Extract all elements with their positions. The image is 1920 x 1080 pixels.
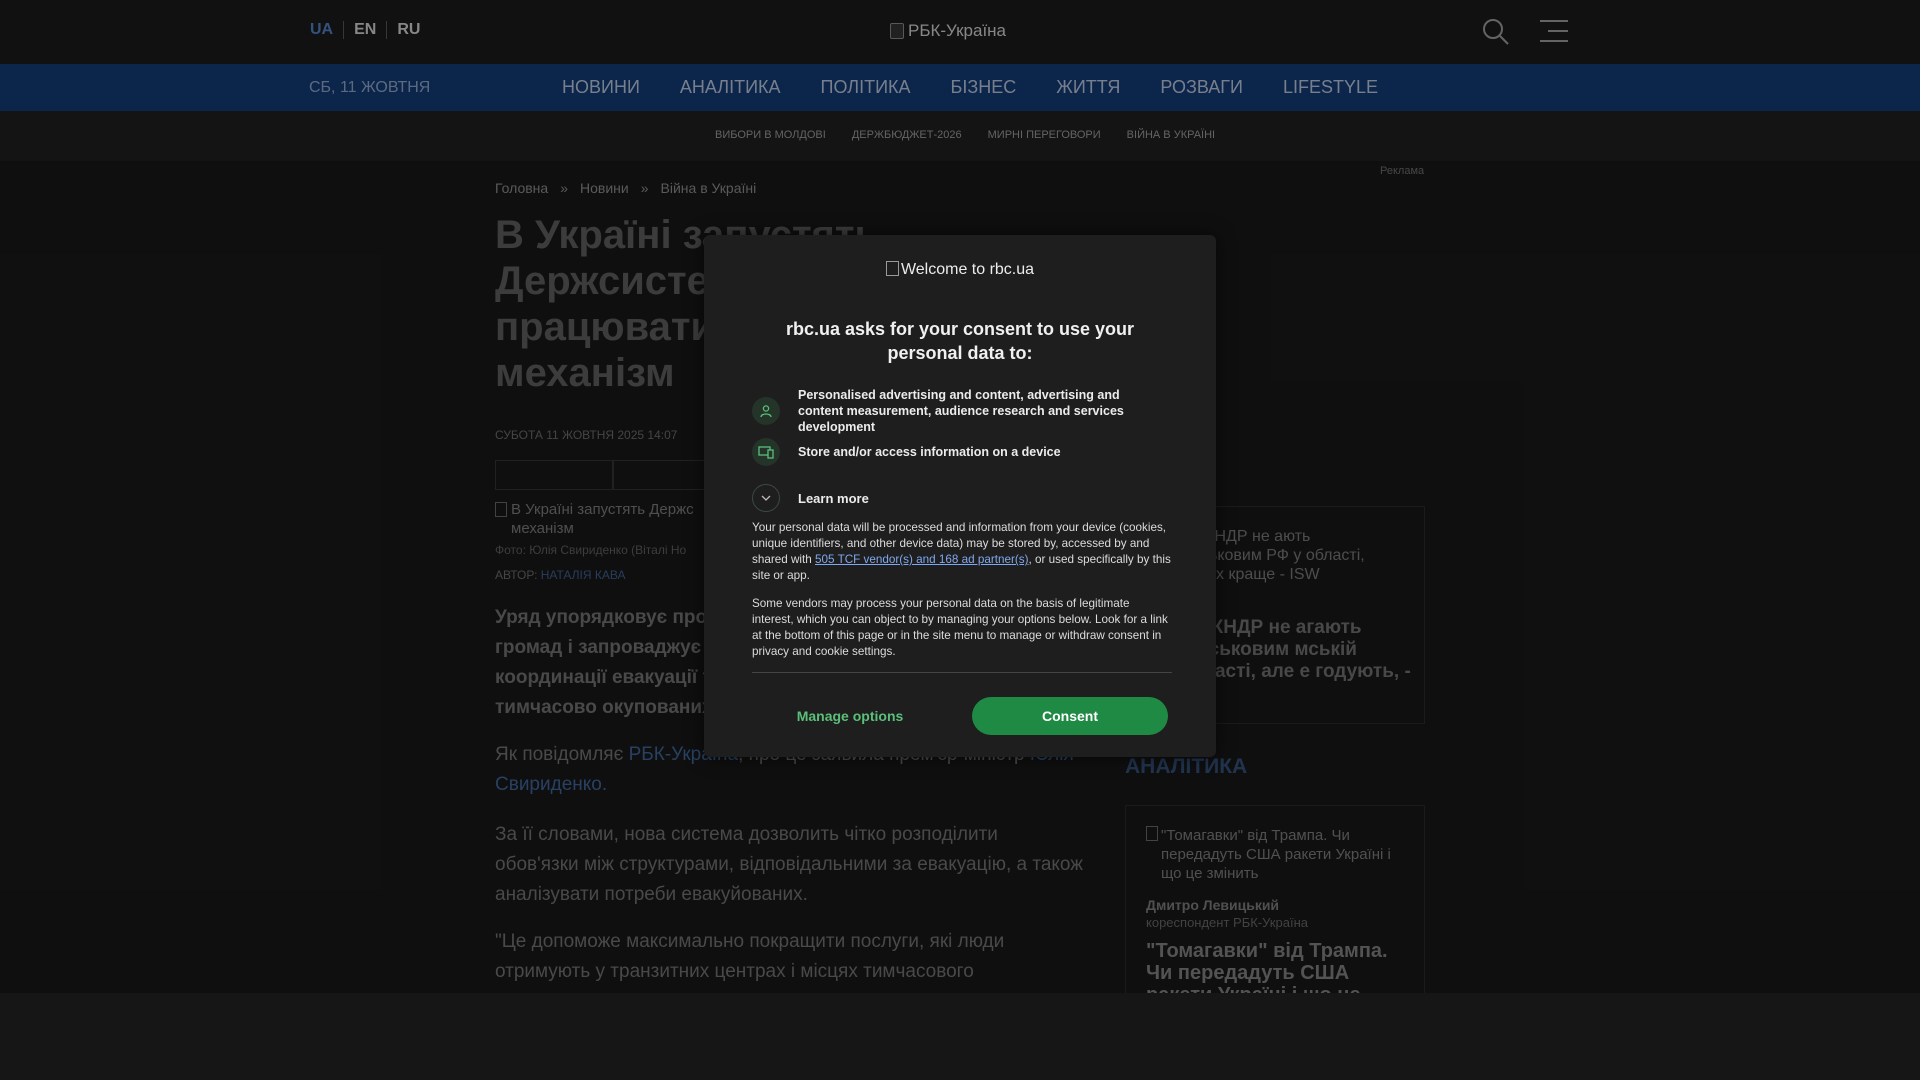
learn-more-toggle[interactable]: Learn more (752, 484, 869, 512)
consent-body-legitimate: Some vendors may process your personal d… (752, 597, 1168, 658)
learn-more-label: Learn more (798, 490, 869, 506)
consent-body-vendors: Your personal data will be processed and… (752, 520, 1172, 584)
consent-button[interactable]: Consent (972, 697, 1168, 735)
purpose-text: Personalised advertising and content, ad… (798, 388, 1124, 434)
consent-purpose-personalised: Personalised advertising and content, ad… (752, 387, 1168, 435)
device-icon (752, 438, 780, 466)
consent-purpose-storage: Store and/or access information on a dev… (752, 438, 1168, 466)
consent-dialog: Welcome to rbc.ua rbc.ua asks for your c… (704, 235, 1216, 757)
vendors-link[interactable]: 505 TCF vendor(s) and 168 ad partner(s) (815, 553, 1029, 566)
manage-options-button[interactable]: Manage options (752, 697, 948, 735)
consent-logo: Welcome to rbc.ua (704, 261, 1216, 279)
broken-image-icon (885, 261, 899, 276)
purpose-text: Store and/or access information on a dev… (798, 445, 1061, 459)
chevron-down-icon (752, 484, 780, 512)
person-icon (752, 397, 780, 425)
divider (752, 672, 1172, 673)
consent-heading: rbc.ua asks for your consent to use your… (785, 319, 1135, 363)
consent-logo-alt: Welcome to rbc.ua (900, 261, 1035, 278)
